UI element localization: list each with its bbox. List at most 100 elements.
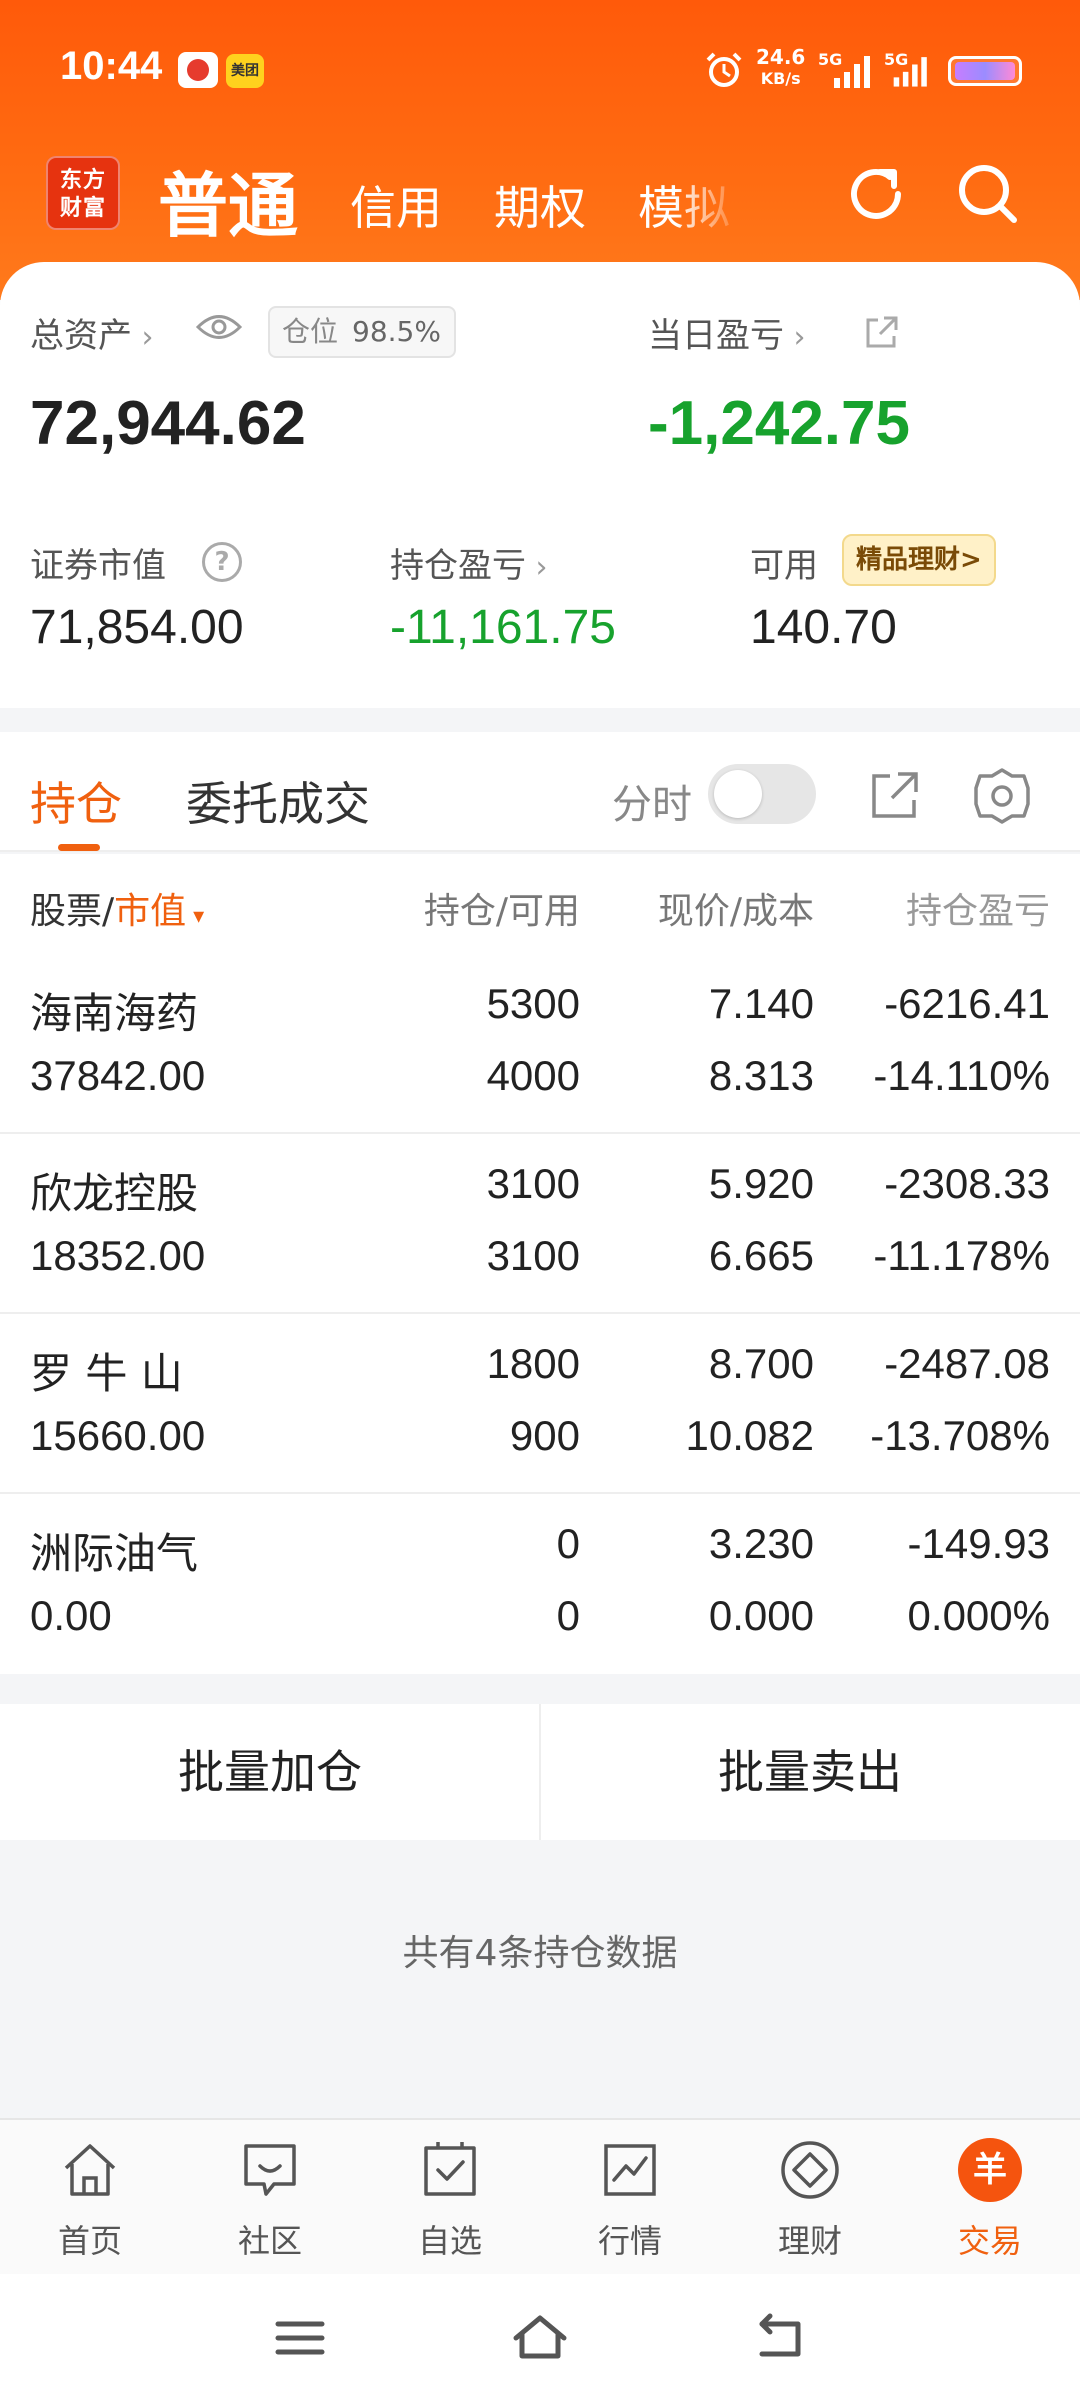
stock-available: 0 bbox=[556, 1592, 580, 1639]
diamond-icon bbox=[781, 2141, 839, 2199]
stock-price: 3.230 bbox=[708, 1520, 814, 1567]
stock-market-value: 15660.00 bbox=[30, 1412, 206, 1459]
mode-tab-simulation[interactable]: 模拟 bbox=[638, 172, 730, 238]
back-icon[interactable] bbox=[750, 2310, 810, 2366]
position-ratio-badge: 仓位 98.5% bbox=[268, 306, 456, 358]
table-row[interactable]: 洲际油气 0.00 0 0 3.230 0.000 -149.93 0.000% bbox=[0, 1494, 1080, 1674]
network-speed: 24.6 KB/s bbox=[756, 45, 806, 88]
stock-cost: 6.665 bbox=[708, 1232, 814, 1279]
share-icon[interactable] bbox=[868, 768, 922, 822]
stock-position: 5300 bbox=[486, 980, 580, 1027]
stock-market-value: 37842.00 bbox=[30, 1052, 206, 1099]
stock-pnl-percent: 0.000% bbox=[907, 1592, 1050, 1639]
header-stock-market-value[interactable]: 股票/市值 ▾ bbox=[30, 882, 204, 934]
system-navigation-bar bbox=[0, 2274, 1080, 2400]
stock-available: 900 bbox=[509, 1412, 580, 1459]
timeshare-label: 分时 bbox=[612, 782, 692, 828]
holdings-count-text: 共有4条持仓数据 bbox=[402, 1933, 678, 1974]
total-assets-label[interactable]: 总资产 › bbox=[30, 308, 154, 357]
signal-icon bbox=[893, 57, 927, 87]
stock-pnl: -2308.33 bbox=[884, 1160, 1050, 1207]
daily-pnl-value: -1,242.75 bbox=[648, 389, 910, 458]
holding-pnl-label[interactable]: 持仓盈亏 › bbox=[390, 538, 548, 587]
total-assets-value: 72,944.62 bbox=[30, 389, 306, 458]
stock-price: 8.700 bbox=[708, 1340, 814, 1387]
mode-tab-options[interactable]: 期权 bbox=[494, 172, 586, 238]
holding-pnl-value: -11,161.75 bbox=[390, 601, 616, 654]
app-logo: 东方 财富 bbox=[46, 156, 120, 230]
batch-actions-bar: 批量加仓 批量卖出 bbox=[0, 1704, 1080, 1840]
gear-icon[interactable] bbox=[972, 766, 1032, 826]
stock-pnl-percent: -13.708% bbox=[870, 1412, 1050, 1459]
nav-wealth[interactable]: 理财 bbox=[720, 2120, 900, 2276]
bottom-navigation: 首页 社区 自选 行情 理财 羊 交易 bbox=[0, 2118, 1080, 2274]
market-value: 71,854.00 bbox=[30, 601, 244, 654]
stock-position: 0 bbox=[556, 1520, 580, 1567]
nav-watchlist[interactable]: 自选 bbox=[360, 2120, 540, 2276]
stock-cost: 0.000 bbox=[708, 1592, 814, 1639]
meituan-notification-icon: 美团 bbox=[226, 54, 264, 88]
stock-position: 1800 bbox=[486, 1340, 580, 1387]
alarm-icon bbox=[706, 52, 742, 87]
tabs-panel: 持仓 委托成交 分时 bbox=[0, 732, 1080, 852]
trade-icon: 羊 bbox=[958, 2138, 1022, 2202]
table-row[interactable]: 欣龙控股 18352.00 3100 3100 5.920 6.665 -230… bbox=[0, 1134, 1080, 1314]
stock-name: 罗 牛 山 bbox=[30, 1349, 183, 1398]
refresh-icon[interactable] bbox=[840, 158, 912, 230]
stock-name: 海南海药 bbox=[30, 989, 199, 1038]
external-link-icon[interactable] bbox=[862, 314, 900, 352]
mode-tab-credit[interactable]: 信用 bbox=[350, 172, 442, 238]
stock-available: 4000 bbox=[486, 1052, 580, 1099]
batch-add-button[interactable]: 批量加仓 bbox=[0, 1704, 540, 1840]
stock-pnl-percent: -14.110% bbox=[873, 1052, 1050, 1099]
stock-pnl: -2487.08 bbox=[884, 1340, 1050, 1387]
status-time: 10:44 bbox=[60, 44, 163, 88]
header-position-available: 持仓/可用 bbox=[423, 891, 580, 932]
stock-price: 7.140 bbox=[708, 980, 814, 1027]
menu-icon[interactable] bbox=[270, 2310, 330, 2366]
market-value-label: 证券市值 bbox=[30, 546, 166, 586]
stock-name: 欣龙控股 bbox=[30, 1169, 199, 1218]
chat-icon bbox=[244, 2144, 296, 2196]
daily-pnl-label[interactable]: 当日盈亏 › bbox=[648, 308, 806, 357]
app-notification-icon bbox=[178, 52, 218, 88]
stock-pnl: -149.93 bbox=[907, 1520, 1050, 1567]
home-icon bbox=[64, 2144, 116, 2196]
nav-market[interactable]: 行情 bbox=[540, 2120, 720, 2276]
stock-market-value: 0.00 bbox=[30, 1592, 112, 1639]
battery-icon bbox=[948, 56, 1022, 86]
holdings-table: 股票/市值 ▾ 持仓/可用 现价/成本 持仓盈亏 海南海药 37842.00 5… bbox=[0, 854, 1080, 1674]
header-price-cost: 现价/成本 bbox=[657, 891, 814, 932]
nav-home[interactable]: 首页 bbox=[0, 2120, 180, 2276]
tab-indicator bbox=[58, 844, 100, 851]
tab-orders[interactable]: 委托成交 bbox=[186, 768, 370, 834]
nav-trade[interactable]: 羊 交易 bbox=[900, 2120, 1080, 2276]
batch-sell-button[interactable]: 批量卖出 bbox=[540, 1704, 1080, 1840]
home-nav-icon[interactable] bbox=[510, 2310, 570, 2366]
stock-name: 洲际油气 bbox=[30, 1529, 199, 1578]
stock-market-value: 18352.00 bbox=[30, 1232, 206, 1279]
stock-price: 5.920 bbox=[708, 1160, 814, 1207]
search-icon[interactable] bbox=[952, 158, 1024, 230]
available-label: 可用 bbox=[750, 546, 818, 586]
signal-icon bbox=[834, 56, 870, 88]
table-row[interactable]: 罗 牛 山 15660.00 1800 900 8.700 10.082 -24… bbox=[0, 1314, 1080, 1494]
nav-community[interactable]: 社区 bbox=[180, 2120, 360, 2276]
stock-available: 3100 bbox=[486, 1232, 580, 1279]
watchlist-icon bbox=[424, 2142, 476, 2196]
table-row[interactable]: 海南海药 37842.00 5300 4000 7.140 8.313 -621… bbox=[0, 954, 1080, 1134]
stock-pnl-percent: -11.178% bbox=[873, 1232, 1050, 1279]
stock-cost: 8.313 bbox=[708, 1052, 814, 1099]
mode-title-normal[interactable]: 普通 bbox=[158, 150, 298, 251]
stock-cost: 10.082 bbox=[685, 1412, 814, 1459]
header-holding-pnl: 持仓盈亏 bbox=[905, 891, 1050, 932]
eye-icon[interactable] bbox=[196, 312, 242, 342]
stock-position: 3100 bbox=[486, 1160, 580, 1207]
wealth-promo-badge[interactable]: 精品理财> bbox=[842, 534, 996, 586]
stock-pnl: -6216.41 bbox=[884, 980, 1050, 1027]
status-bar: 10:44 美团 24.6 KB/s 5G 5G bbox=[0, 0, 1080, 140]
timeshare-toggle[interactable] bbox=[708, 764, 816, 824]
help-icon[interactable]: ? bbox=[202, 542, 242, 582]
tab-holdings[interactable]: 持仓 bbox=[30, 768, 122, 834]
available-value: 140.70 bbox=[750, 601, 897, 654]
